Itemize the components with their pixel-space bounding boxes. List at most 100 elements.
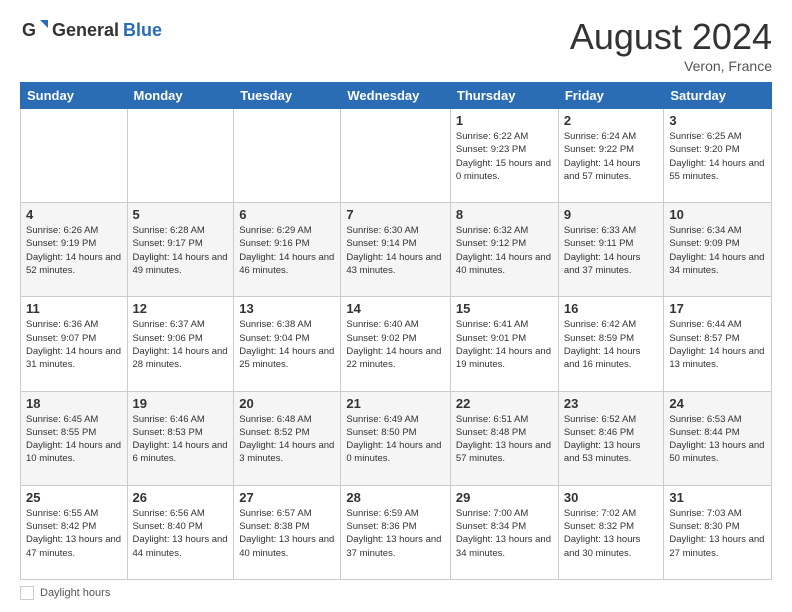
day-cell: 7 Sunrise: 6:30 AMSunset: 9:14 PMDaylight… (341, 203, 451, 297)
day-info: Sunrise: 6:22 AMSunset: 9:23 PMDaylight:… (456, 130, 553, 183)
week-row-2: 11 Sunrise: 6:36 AMSunset: 9:07 PMDayligh… (21, 297, 772, 391)
col-thursday: Thursday (450, 83, 558, 109)
day-number: 11 (26, 301, 122, 316)
day-cell: 26 Sunrise: 6:56 AMSunset: 8:40 PMDayligh… (127, 485, 234, 579)
day-info: Sunrise: 6:46 AMSunset: 8:53 PMDaylight:… (133, 413, 229, 466)
day-info: Sunrise: 6:33 AMSunset: 9:11 PMDaylight:… (564, 224, 659, 277)
col-tuesday: Tuesday (234, 83, 341, 109)
day-cell: 27 Sunrise: 6:57 AMSunset: 8:38 PMDayligh… (234, 485, 341, 579)
logo-general: General (52, 20, 119, 41)
day-cell: 4 Sunrise: 6:26 AMSunset: 9:19 PMDaylight… (21, 203, 128, 297)
day-info: Sunrise: 7:03 AMSunset: 8:30 PMDaylight:… (669, 507, 766, 560)
svg-text:G: G (22, 20, 36, 40)
day-info: Sunrise: 6:25 AMSunset: 9:20 PMDaylight:… (669, 130, 766, 183)
day-cell: 23Sunrise: 6:52 AMSunset: 8:46 PMDayligh… (558, 391, 664, 485)
day-number: 27 (239, 490, 335, 505)
day-info: Sunrise: 6:38 AMSunset: 9:04 PMDaylight:… (239, 318, 335, 371)
day-number: 4 (26, 207, 122, 222)
day-info: Sunrise: 6:44 AMSunset: 8:57 PMDaylight:… (669, 318, 766, 371)
day-cell: 1 Sunrise: 6:22 AMSunset: 9:23 PMDaylight… (450, 109, 558, 203)
week-row-0: 1 Sunrise: 6:22 AMSunset: 9:23 PMDaylight… (21, 109, 772, 203)
day-cell: 5Sunrise: 6:28 AMSunset: 9:17 PMDaylight… (127, 203, 234, 297)
day-number: 5 (133, 207, 229, 222)
day-info: Sunrise: 6:42 AMSunset: 8:59 PMDaylight:… (564, 318, 659, 371)
logo-icon: G (20, 16, 48, 44)
day-number: 28 (346, 490, 445, 505)
day-number: 31 (669, 490, 766, 505)
col-friday: Friday (558, 83, 664, 109)
day-info: Sunrise: 6:26 AMSunset: 9:19 PMDaylight:… (26, 224, 122, 277)
day-info: Sunrise: 6:55 AMSunset: 8:42 PMDaylight:… (26, 507, 122, 560)
day-cell: 14 Sunrise: 6:40 AMSunset: 9:02 PMDayligh… (341, 297, 451, 391)
day-cell: 19Sunrise: 6:46 AMSunset: 8:53 PMDayligh… (127, 391, 234, 485)
day-cell: 2 Sunrise: 6:24 AMSunset: 9:22 PMDaylight… (558, 109, 664, 203)
day-number: 29 (456, 490, 553, 505)
day-cell: 9 Sunrise: 6:33 AMSunset: 9:11 PMDaylight… (558, 203, 664, 297)
calendar-table: Sunday Monday Tuesday Wednesday Thursday… (20, 82, 772, 580)
day-number: 16 (564, 301, 659, 316)
day-info: Sunrise: 6:30 AMSunset: 9:14 PMDaylight:… (346, 224, 445, 277)
day-cell: 17 Sunrise: 6:44 AMSunset: 8:57 PMDayligh… (664, 297, 772, 391)
day-number: 9 (564, 207, 659, 222)
day-info: Sunrise: 6:56 AMSunset: 8:40 PMDaylight:… (133, 507, 229, 560)
day-number: 13 (239, 301, 335, 316)
day-number: 7 (346, 207, 445, 222)
logo: G GeneralBlue (20, 16, 162, 44)
day-info: Sunrise: 6:24 AMSunset: 9:22 PMDaylight:… (564, 130, 659, 183)
day-info: Sunrise: 6:40 AMSunset: 9:02 PMDaylight:… (346, 318, 445, 371)
day-number: 23 (564, 396, 659, 411)
day-cell (21, 109, 128, 203)
day-info: Sunrise: 6:51 AMSunset: 8:48 PMDaylight:… (456, 413, 553, 466)
day-info: Sunrise: 6:32 AMSunset: 9:12 PMDaylight:… (456, 224, 553, 277)
legend-box (20, 586, 34, 600)
day-info: Sunrise: 6:41 AMSunset: 9:01 PMDaylight:… (456, 318, 553, 371)
day-number: 22 (456, 396, 553, 411)
day-info: Sunrise: 6:29 AMSunset: 9:16 PMDaylight:… (239, 224, 335, 277)
day-number: 14 (346, 301, 445, 316)
day-cell: 24 Sunrise: 6:53 AMSunset: 8:44 PMDayligh… (664, 391, 772, 485)
day-cell: 28 Sunrise: 6:59 AMSunset: 8:36 PMDayligh… (341, 485, 451, 579)
day-number: 25 (26, 490, 122, 505)
day-cell: 8Sunrise: 6:32 AMSunset: 9:12 PMDaylight… (450, 203, 558, 297)
col-monday: Monday (127, 83, 234, 109)
day-number: 3 (669, 113, 766, 128)
day-cell: 16 Sunrise: 6:42 AMSunset: 8:59 PMDayligh… (558, 297, 664, 391)
day-cell: 22 Sunrise: 6:51 AMSunset: 8:48 PMDayligh… (450, 391, 558, 485)
day-info: Sunrise: 6:36 AMSunset: 9:07 PMDaylight:… (26, 318, 122, 371)
page: G GeneralBlue August 2024 Veron, France … (0, 0, 792, 612)
day-cell (127, 109, 234, 203)
day-number: 26 (133, 490, 229, 505)
day-number: 24 (669, 396, 766, 411)
day-info: Sunrise: 6:57 AMSunset: 8:38 PMDaylight:… (239, 507, 335, 560)
day-cell: 15 Sunrise: 6:41 AMSunset: 9:01 PMDayligh… (450, 297, 558, 391)
day-number: 12 (133, 301, 229, 316)
day-cell: 13 Sunrise: 6:38 AMSunset: 9:04 PMDayligh… (234, 297, 341, 391)
day-number: 21 (346, 396, 445, 411)
day-number: 1 (456, 113, 553, 128)
day-info: Sunrise: 6:48 AMSunset: 8:52 PMDaylight:… (239, 413, 335, 466)
day-number: 17 (669, 301, 766, 316)
col-saturday: Saturday (664, 83, 772, 109)
logo-blue: Blue (123, 20, 162, 41)
day-number: 20 (239, 396, 335, 411)
day-number: 18 (26, 396, 122, 411)
legend-label: Daylight hours (40, 587, 110, 599)
day-info: Sunrise: 7:02 AMSunset: 8:32 PMDaylight:… (564, 507, 659, 560)
day-cell: 25 Sunrise: 6:55 AMSunset: 8:42 PMDayligh… (21, 485, 128, 579)
day-info: Sunrise: 6:53 AMSunset: 8:44 PMDaylight:… (669, 413, 766, 466)
day-number: 15 (456, 301, 553, 316)
day-info: Sunrise: 6:59 AMSunset: 8:36 PMDaylight:… (346, 507, 445, 560)
day-number: 2 (564, 113, 659, 128)
day-cell: 12 Sunrise: 6:37 AMSunset: 9:06 PMDayligh… (127, 297, 234, 391)
day-number: 6 (239, 207, 335, 222)
col-wednesday: Wednesday (341, 83, 451, 109)
day-info: Sunrise: 6:37 AMSunset: 9:06 PMDaylight:… (133, 318, 229, 371)
location: Veron, France (570, 58, 772, 74)
day-info: Sunrise: 7:00 AMSunset: 8:34 PMDaylight:… (456, 507, 553, 560)
top-section: G GeneralBlue August 2024 Veron, France (20, 16, 772, 74)
day-info: Sunrise: 6:45 AMSunset: 8:55 PMDaylight:… (26, 413, 122, 466)
day-cell: 6 Sunrise: 6:29 AMSunset: 9:16 PMDaylight… (234, 203, 341, 297)
week-row-1: 4 Sunrise: 6:26 AMSunset: 9:19 PMDaylight… (21, 203, 772, 297)
week-row-4: 25 Sunrise: 6:55 AMSunset: 8:42 PMDayligh… (21, 485, 772, 579)
day-cell (234, 109, 341, 203)
